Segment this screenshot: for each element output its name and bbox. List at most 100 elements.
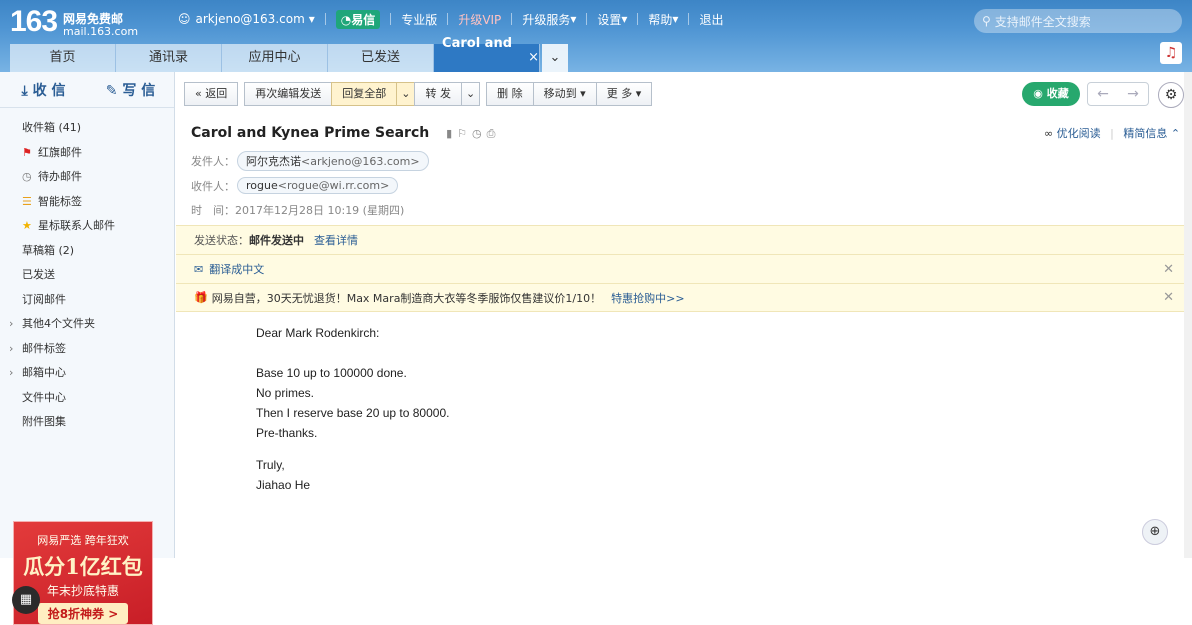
more-label: 更 多 bbox=[606, 87, 633, 100]
pro-link[interactable]: 专业版 bbox=[401, 11, 437, 28]
scrollbar[interactable] bbox=[1184, 72, 1192, 558]
settings-menu[interactable]: 设置 bbox=[597, 11, 621, 28]
print-icon[interactable]: ⎙ bbox=[487, 127, 501, 140]
sidebar-item-label: 红旗邮件 bbox=[38, 145, 82, 159]
body-line: No primes. bbox=[256, 386, 315, 400]
sidebar-item-label: 草稿箱 (2) bbox=[22, 243, 75, 257]
sidebar-item-other-folders[interactable]: › 其他4个文件夹 bbox=[0, 312, 174, 337]
sidebar-item-starred-contacts[interactable]: ★ 星标联系人邮件 bbox=[0, 214, 174, 239]
bookmark-icon[interactable]: ▮ bbox=[446, 127, 457, 140]
ad-button[interactable]: 抢8折神券 > bbox=[37, 603, 129, 624]
chevron-right-icon[interactable]: › bbox=[9, 337, 13, 362]
sidebar-item-flagged[interactable]: ⚑ 红旗邮件 bbox=[0, 141, 174, 166]
yixin-button[interactable]: ◔易信 bbox=[335, 9, 381, 29]
favorite-button[interactable]: ◉ 收藏 bbox=[1022, 82, 1080, 106]
sender-name: 阿尔克杰诺 bbox=[246, 155, 301, 169]
chevron-right-icon[interactable]: › bbox=[9, 312, 13, 337]
close-icon[interactable]: × bbox=[528, 44, 539, 72]
tab-home[interactable]: 首页 bbox=[10, 44, 116, 72]
tab-app-center[interactable]: 应用中心 bbox=[222, 44, 328, 72]
flag-icon[interactable]: ⚐ bbox=[457, 127, 472, 140]
sidebar-item-mailbox-center[interactable]: › 邮箱中心 bbox=[0, 361, 174, 386]
tags-icon: ☰ bbox=[22, 194, 32, 208]
sender-chip[interactable]: 阿尔克杰诺<arkjeno@163.com> bbox=[237, 151, 429, 172]
body-greeting: Dear Mark Rodenkirch: bbox=[256, 326, 380, 340]
close-icon[interactable]: ✕ bbox=[1163, 290, 1174, 305]
details-toggle[interactable]: 精简信息 bbox=[1123, 127, 1167, 140]
sidebar-item-subscriptions[interactable]: 订阅邮件 bbox=[0, 288, 174, 313]
zoom-icon[interactable]: ⊕ bbox=[1142, 519, 1168, 545]
message-meta: 发件人： 阿尔克杰诺<arkjeno@163.com> 收件人： rogue<r… bbox=[191, 149, 429, 223]
sidebar-item-drafts[interactable]: 草稿箱 (2) bbox=[0, 239, 174, 264]
sidebar-item-attachments[interactable]: 附件图集 bbox=[0, 410, 174, 435]
compose-button[interactable]: ✎ 写 信 bbox=[87, 80, 174, 100]
gear-icon[interactable]: ⚙ bbox=[1158, 82, 1184, 108]
top-header: 163 网易免费邮 mail.163.com ☺ arkjeno@163.com… bbox=[0, 0, 1192, 79]
translate-link[interactable]: 翻译成中文 bbox=[209, 261, 264, 277]
sidebar-item-smart-tags[interactable]: ☰ 智能标签 bbox=[0, 190, 174, 215]
reply-all-button[interactable]: 回复全部 bbox=[331, 82, 397, 106]
app-grid-icon[interactable]: ▦ bbox=[12, 586, 40, 614]
status-details-link[interactable]: 查看详情 bbox=[314, 232, 358, 248]
sidebar-item-todo[interactable]: ◷ 待办邮件 bbox=[0, 165, 174, 190]
recipient-chip[interactable]: rogue<rogue@wi.rr.com> bbox=[237, 177, 399, 195]
body-line: Then I reserve base 20 up to 80000. bbox=[256, 406, 450, 420]
recipient-address: <rogue@wi.rr.com> bbox=[277, 179, 390, 193]
double-chevron-left-icon: « bbox=[195, 87, 202, 100]
sidebar-item-inbox[interactable]: 收件箱 (41) bbox=[0, 116, 174, 141]
promo-text: 网易自营，30天无忧退货！Max Mara制造商大衣等冬季服饰仅售建议价1/10… bbox=[211, 291, 602, 305]
tab-current-message[interactable]: Carol and ... × bbox=[434, 36, 540, 79]
more-button[interactable]: 更 多 ▾ bbox=[595, 82, 653, 106]
help-menu[interactable]: 帮助 bbox=[648, 11, 672, 28]
sidebar-item-sent[interactable]: 已发送 bbox=[0, 263, 174, 288]
sidebar-item-label: 文件中心 bbox=[22, 390, 66, 404]
back-button[interactable]: « 返回 bbox=[184, 82, 239, 106]
sidebar-item-label: 星标联系人邮件 bbox=[38, 219, 115, 232]
back-label: 返回 bbox=[205, 87, 228, 100]
divider bbox=[324, 13, 326, 25]
logout-link[interactable]: 退出 bbox=[699, 11, 723, 28]
move-label: 移动到 bbox=[543, 87, 577, 100]
search-input[interactable]: ⚲ 支持邮件全文搜索 bbox=[974, 9, 1182, 33]
clock-icon[interactable]: ◷ bbox=[472, 127, 487, 140]
optimize-read-link[interactable]: 优化阅读 bbox=[1057, 127, 1101, 140]
close-icon[interactable]: ✕ bbox=[1163, 262, 1174, 277]
reply-options-dropdown[interactable]: ⌄ bbox=[396, 82, 415, 106]
chevron-down-icon: ▾ bbox=[621, 12, 628, 26]
sidebar-item-file-center[interactable]: 文件中心 bbox=[0, 386, 174, 411]
account-menu[interactable]: arkjeno@163.com bbox=[196, 12, 305, 26]
sidebar-item-label: 智能标签 bbox=[38, 194, 82, 208]
chevron-right-icon[interactable]: › bbox=[9, 361, 13, 386]
logo[interactable]: 163 网易免费邮 mail.163.com bbox=[10, 6, 138, 39]
divider bbox=[447, 13, 449, 25]
tab-bar: 首页 通讯录 应用中心 已发送 Carol and ... × ⌄ bbox=[10, 36, 568, 79]
tab-sent[interactable]: 已发送 bbox=[328, 44, 434, 72]
forward-options-dropdown[interactable]: ⌄ bbox=[460, 82, 481, 106]
folder-list: 收件箱 (41) ⚑ 红旗邮件 ◷ 待办邮件 ☰ 智能标签 ★ 星标联系人邮件 草稿箱 … bbox=[0, 116, 174, 435]
vip-link[interactable]: 升级VIP bbox=[458, 11, 501, 28]
chevron-up-icon[interactable]: ⌃ bbox=[1171, 127, 1180, 140]
translate-icon: ✉ bbox=[194, 262, 204, 276]
previous-arrow-icon[interactable]: ← bbox=[1088, 83, 1118, 105]
sidebar-item-label: 其他4个文件夹 bbox=[22, 317, 95, 330]
receive-button[interactable]: ⤓ 收 信 bbox=[0, 80, 87, 100]
next-arrow-icon[interactable]: → bbox=[1118, 83, 1148, 105]
chevron-down-icon[interactable]: ▾ bbox=[309, 12, 315, 26]
move-to-button[interactable]: 移动到 ▾ bbox=[532, 82, 596, 106]
music-icon[interactable]: ♫ bbox=[1160, 42, 1182, 64]
sidebar-item-label: 附件图集 bbox=[22, 415, 66, 428]
tab-contacts[interactable]: 通讯录 bbox=[116, 44, 222, 72]
to-row: 收件人： rogue<rogue@wi.rr.com> bbox=[191, 174, 429, 199]
forward-button[interactable]: 转 发 bbox=[414, 82, 461, 106]
resend-button[interactable]: 再次编辑发送 bbox=[244, 82, 332, 106]
delete-button[interactable]: 删 除 bbox=[486, 82, 533, 106]
subject-text: Carol and Kynea Prime Search bbox=[191, 125, 430, 141]
promo-link[interactable]: 特惠抢购中>> bbox=[611, 290, 684, 306]
search-placeholder: 支持邮件全文搜索 bbox=[994, 14, 1091, 29]
upgrade-menu[interactable]: 升级服务 bbox=[522, 11, 570, 28]
tab-overflow-button[interactable]: ⌄ bbox=[542, 44, 568, 72]
logo-domain: mail.163.com bbox=[63, 25, 139, 38]
sidebar-item-label: 订阅邮件 bbox=[22, 292, 66, 306]
sidebar-item-mail-tags[interactable]: › 邮件标签 bbox=[0, 337, 174, 362]
sidebar-item-label: 邮箱中心 bbox=[22, 366, 66, 379]
